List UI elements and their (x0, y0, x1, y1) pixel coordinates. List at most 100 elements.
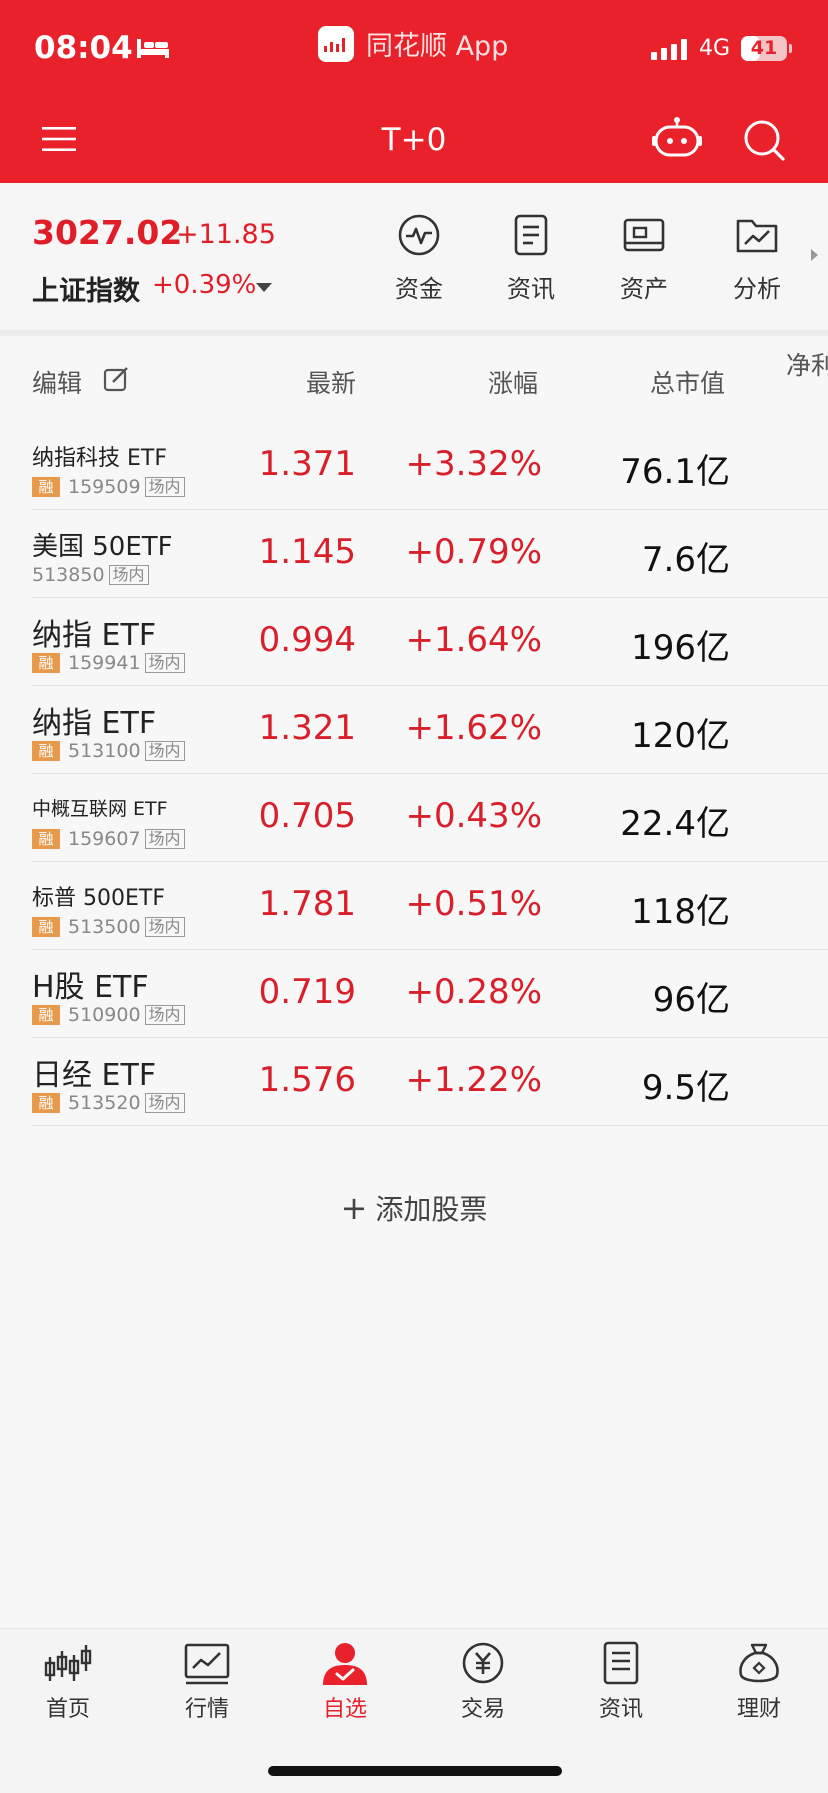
market-cap: 22.4亿 (620, 804, 730, 844)
exchange-badge: 场内 (144, 477, 185, 497)
etf-meta: 融 159509 场内 (32, 476, 185, 498)
table-row[interactable]: 纳指 ETF 融 513100 场内 1.321 +1.62% 120亿 (0, 686, 828, 774)
edit-button[interactable]: 编辑 (32, 364, 82, 400)
margin-badge: 融 (32, 477, 60, 497)
latest-price: 0.994 (258, 620, 356, 660)
etf-name: 纳指科技 ETF (32, 446, 167, 471)
quick-action-analysis[interactable]: 分析 (712, 213, 802, 304)
bed-icon (136, 37, 170, 63)
margin-badge: 融 (32, 741, 60, 761)
page-title: T+0 (381, 122, 447, 158)
table-row[interactable]: 中概互联网 ETF 融 159607 场内 0.705 +0.43% 22.4亿 (0, 774, 828, 862)
market-cap: 7.6亿 (641, 540, 730, 580)
exchange-badge: 场内 (144, 829, 185, 849)
nav-news[interactable]: 资讯 (566, 1641, 676, 1723)
table-row[interactable]: 美国 50ETF 513850 场内 1.145 +0.79% 7.6亿 (0, 510, 828, 598)
latest-price: 1.576 (258, 1060, 356, 1100)
folder-chart-icon (736, 219, 778, 253)
index-summary[interactable]: 3027.02 +11.85 上证指数 +0.39% 资金 资讯 资产 分析 (0, 183, 828, 330)
etf-meta: 513850 场内 (32, 564, 149, 586)
nav-home[interactable]: 首页 (13, 1641, 123, 1723)
column-market-cap[interactable]: 总市值 (650, 364, 725, 400)
etf-name: H股 ETF (32, 970, 149, 1005)
column-latest[interactable]: 最新 (306, 364, 356, 400)
nav-label: 理财 (736, 1697, 781, 1722)
etf-meta: 融 159607 场内 (32, 828, 185, 850)
battery-level: 41 (750, 37, 778, 59)
home-indicator[interactable] (268, 1766, 562, 1776)
pulse-icon (398, 214, 440, 256)
nav-label: 首页 (45, 1697, 90, 1722)
margin-badge: 融 (32, 1005, 60, 1025)
latest-price: 1.321 (258, 708, 356, 748)
etf-code: 513100 (68, 740, 141, 762)
change-pct: +1.64% (405, 620, 543, 660)
quick-action-assets[interactable]: 资产 (599, 213, 689, 304)
app-logo-icon (318, 25, 354, 62)
etf-meta: 融 513500 场内 (32, 916, 185, 938)
battery-icon: 41 (741, 36, 792, 61)
exchange-badge: 场内 (108, 565, 149, 585)
margin-badge: 融 (32, 829, 60, 849)
change-pct: +0.28% (405, 972, 543, 1012)
column-change-pct[interactable]: 涨幅 (488, 364, 538, 400)
etf-code: 159607 (68, 828, 141, 850)
etf-name: 日经 ETF (32, 1058, 157, 1093)
etf-meta: 融 159941 场内 (32, 652, 185, 674)
column-net-profit[interactable]: 净利 (786, 346, 828, 382)
source-app-indicator[interactable]: 同花顺 App (318, 24, 508, 63)
market-cap: 196亿 (631, 628, 730, 668)
nav-market[interactable]: 行情 (152, 1641, 262, 1723)
yuan-coin-icon (462, 1642, 504, 1684)
market-cap: 120亿 (631, 716, 730, 756)
etf-code: 159941 (68, 652, 141, 674)
quick-action-funds[interactable]: 资金 (374, 213, 464, 304)
index-name: 上证指数 (32, 276, 140, 307)
latest-price: 0.705 (258, 796, 356, 836)
etf-name: 美国 50ETF (32, 532, 173, 562)
change-pct: +0.43% (405, 796, 543, 836)
app-header: 08:04 同花顺 App 4G 41 T+0 (0, 0, 828, 183)
exchange-badge: 场内 (144, 741, 185, 761)
quick-action-news[interactable]: 资讯 (486, 213, 576, 304)
margin-badge: 融 (32, 1093, 60, 1113)
etf-code: 513850 (32, 564, 105, 586)
market-cap: 76.1亿 (620, 452, 730, 492)
watchlist-header: 编辑 最新 涨幅 总市值 净利 (0, 336, 828, 422)
table-row[interactable]: H股 ETF 融 510900 场内 0.719 +0.28% 96亿 (0, 950, 828, 1038)
etf-name: 中概互联网 ETF (32, 798, 168, 820)
quick-action-label: 资产 (620, 275, 668, 303)
change-pct: +3.32% (405, 444, 543, 484)
network-type: 4G (699, 36, 731, 61)
edit-pencil-icon[interactable] (103, 366, 129, 396)
index-change: +11.85 (176, 219, 276, 250)
change-pct: +0.79% (405, 532, 543, 572)
etf-code: 510900 (68, 1004, 141, 1026)
nav-watchlist[interactable]: 自选 (290, 1641, 400, 1723)
nav-label: 资讯 (598, 1697, 643, 1722)
change-pct: +1.22% (405, 1060, 543, 1100)
etf-name: 标普 500ETF (32, 886, 165, 911)
etf-name: 纳指 ETF (32, 706, 157, 741)
index-dropdown-caret-icon[interactable] (256, 283, 272, 292)
etf-meta: 融 510900 场内 (32, 1004, 185, 1026)
nav-trade[interactable]: 交易 (428, 1641, 538, 1723)
market-cap: 118亿 (631, 892, 730, 932)
source-app-name: 同花顺 App (366, 31, 509, 62)
robot-assistant-icon[interactable] (652, 116, 702, 162)
nav-label: 交易 (460, 1697, 505, 1722)
etf-code: 513500 (68, 916, 141, 938)
table-row[interactable]: 标普 500ETF 融 513500 场内 1.781 +0.51% 118亿 (0, 862, 828, 950)
table-row[interactable]: 纳指科技 ETF 融 159509 场内 1.371 +3.32% 76.1亿 (0, 422, 828, 510)
table-row[interactable]: 纳指 ETF 融 159941 场内 0.994 +1.64% 196亿 (0, 598, 828, 686)
nav-label: 行情 (184, 1697, 229, 1722)
latest-price: 1.781 (258, 884, 356, 924)
table-row[interactable]: 日经 ETF 融 513520 场内 1.576 +1.22% 9.5亿 (0, 1038, 828, 1126)
nav-wealth[interactable]: 理财 (704, 1641, 814, 1723)
index-value: 3027.02 (32, 213, 183, 252)
search-icon[interactable] (742, 118, 786, 166)
more-actions-arrow-icon[interactable] (811, 249, 818, 261)
add-stock-button[interactable]: + 添加股票 (0, 1188, 828, 1228)
document-icon (514, 214, 548, 256)
latest-price: 1.145 (258, 532, 356, 572)
